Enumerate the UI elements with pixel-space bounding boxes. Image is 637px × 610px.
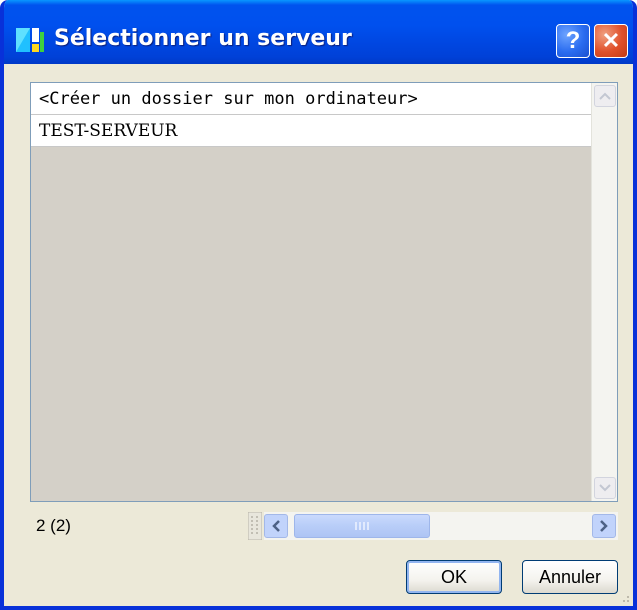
server-list: <Créer un dossier sur mon ordinateur> TE… (31, 83, 591, 147)
status-row: 2 (2) (30, 510, 618, 542)
horizontal-scrollbar[interactable] (264, 512, 618, 540)
list-item-test-serveur[interactable]: TEST-SERVEUR (31, 115, 591, 147)
help-button[interactable]: ? (556, 24, 590, 58)
scroll-up-button[interactable] (594, 85, 616, 107)
scroll-down-button[interactable] (594, 477, 616, 499)
title-bar[interactable]: Sélectionner un serveur ? ✕ (4, 0, 633, 64)
chevron-down-icon (599, 484, 611, 492)
chevron-left-icon (272, 520, 280, 532)
splitter-grip-icon[interactable] (248, 512, 262, 540)
scroll-right-button[interactable] (592, 514, 616, 538)
app-logo-icon (16, 28, 44, 52)
server-listbox[interactable]: <Créer un dossier sur mon ordinateur> TE… (30, 82, 618, 502)
vertical-scrollbar[interactable] (591, 83, 617, 501)
resize-grip-icon[interactable] (617, 590, 631, 604)
dialog-window: Sélectionner un serveur ? ✕ <Créer un do… (0, 0, 637, 610)
thumb-grip-icon (355, 522, 369, 530)
window-title: Sélectionner un serveur (54, 26, 352, 51)
ok-button[interactable]: OK (406, 560, 502, 594)
chevron-up-icon (599, 92, 611, 100)
close-button[interactable]: ✕ (594, 24, 628, 58)
cancel-button[interactable]: Annuler (522, 560, 618, 594)
item-count-label: 2 (2) (30, 510, 250, 542)
horizontal-scroll-thumb[interactable] (294, 514, 430, 538)
list-item-create-local-folder[interactable]: <Créer un dossier sur mon ordinateur> (31, 83, 591, 115)
chevron-right-icon (600, 520, 608, 532)
scroll-left-button[interactable] (264, 514, 288, 538)
